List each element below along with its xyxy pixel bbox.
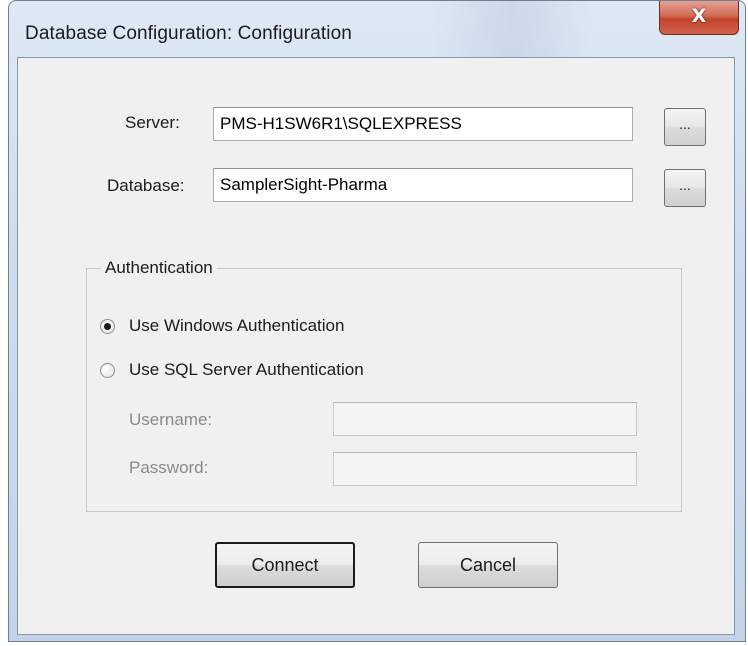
server-browse-button[interactable]: ... [664,108,706,146]
connect-button[interactable]: Connect [215,542,355,588]
username-field[interactable] [333,402,637,436]
dialog-client-area: Server: PMS-H1SW6R1\SQLEXPRESS ... Datab… [17,57,735,635]
username-label: Username: [129,410,213,429]
sql-auth-radio[interactable] [100,363,115,378]
windows-auth-radio[interactable] [100,319,115,334]
server-label: Server: [125,113,180,132]
windows-auth-label[interactable]: Use Windows Authentication [129,316,344,336]
database-input[interactable]: SamplerSight-Pharma [213,168,633,202]
authentication-group: Authentication Use Windows Authenticatio… [86,258,682,512]
sql-auth-label[interactable]: Use SQL Server Authentication [129,360,364,380]
password-field[interactable] [333,452,637,486]
server-input[interactable]: PMS-H1SW6R1\SQLEXPRESS [213,107,633,141]
window-title: Database Configuration: Configuration [25,23,352,44]
database-label: Database: [107,176,185,195]
radio-selected-dot [104,323,111,330]
database-browse-button[interactable]: ... [664,169,706,207]
authentication-group-label: Authentication [101,258,217,278]
cancel-button[interactable]: Cancel [418,542,558,588]
dialog-window: Database Configuration: Configuration X … [8,0,746,642]
titlebar-decoration [429,1,669,57]
close-button[interactable]: X [659,1,739,35]
close-icon: X [691,5,707,27]
password-label: Password: [129,458,209,477]
